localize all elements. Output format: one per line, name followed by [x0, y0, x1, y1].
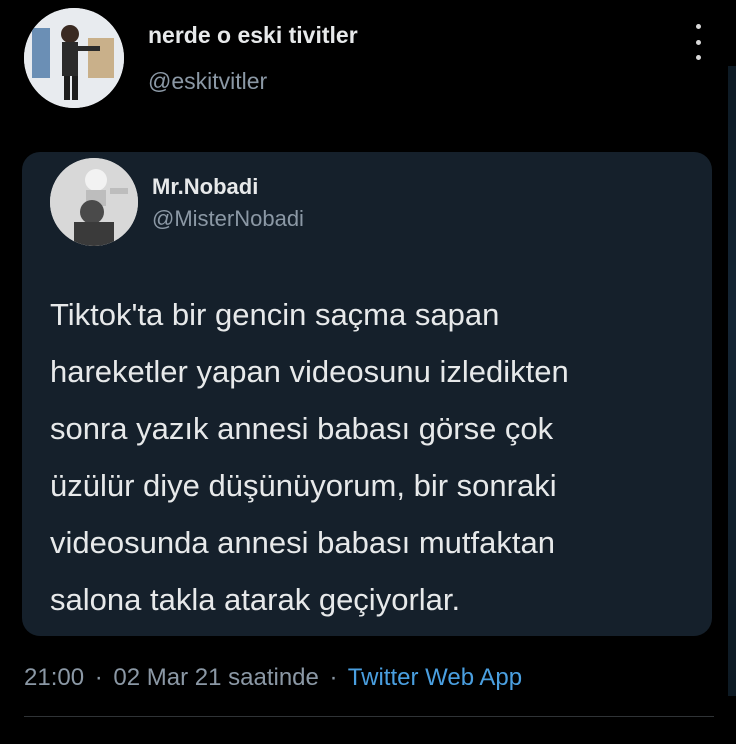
- avatar-image: [24, 8, 124, 108]
- quoted-tweet-card[interactable]: Mr.Nobadi @MisterNobadi Tiktok'ta bir ge…: [22, 152, 712, 636]
- quoted-avatar[interactable]: [50, 158, 138, 246]
- author-handle[interactable]: @eskitvitler: [148, 68, 267, 95]
- text-line: hareketler yapan videosunu izledikten: [50, 354, 569, 389]
- text-line: sonra yazık annesi babası görse çok: [50, 411, 554, 446]
- dot-icon: [695, 24, 701, 29]
- text-line: üzülür diye düşünüyorum, bir sonraki: [50, 468, 557, 503]
- quoted-avatar-image: [50, 158, 138, 246]
- scrollbar[interactable]: [728, 66, 736, 696]
- quoted-author-handle[interactable]: @MisterNobadi: [152, 206, 304, 232]
- tweet-header: nerde o eski tivitler @eskitvitler: [0, 0, 736, 130]
- separator: ·: [329, 664, 338, 691]
- dot-icon: [695, 55, 701, 60]
- tweet-source-link[interactable]: Twitter Web App: [348, 664, 522, 691]
- text-line: Tiktok'ta bir gencin saçma sapan: [50, 297, 500, 332]
- dot-icon: [695, 39, 701, 45]
- tweet-meta: 21:00 · 02 Mar 21 saatinde · Twitter Web…: [24, 664, 522, 692]
- separator: ·: [94, 664, 103, 691]
- quoted-author-name[interactable]: Mr.Nobadi: [152, 174, 258, 200]
- text-line: videosunda annesi babası mutfaktan: [50, 525, 555, 560]
- tweet-date[interactable]: 02 Mar 21 saatinde: [113, 664, 318, 691]
- text-line: salona takla atarak geçiyorlar.: [50, 582, 461, 617]
- divider: [24, 716, 714, 717]
- more-options-icon[interactable]: [686, 24, 710, 60]
- tweet-time[interactable]: 21:00: [24, 664, 84, 691]
- quoted-tweet-text: Tiktok'ta bir gencin saçma sapan hareket…: [50, 286, 700, 628]
- author-name[interactable]: nerde o eski tivitler: [148, 22, 358, 49]
- avatar[interactable]: [24, 8, 124, 108]
